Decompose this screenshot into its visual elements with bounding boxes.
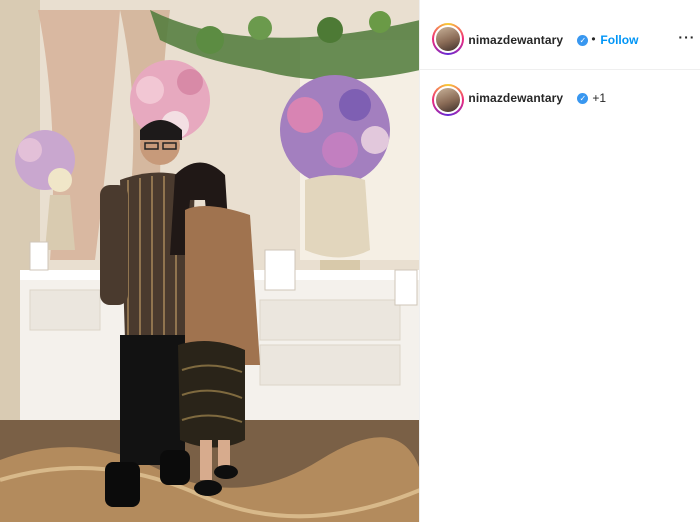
photo-image (0, 0, 420, 522)
header-username[interactable]: nimazdewantary (468, 33, 563, 47)
instagram-post: nimazdewantary ✓ • Follow ··· nimazdewan… (0, 0, 700, 522)
avatar-image (434, 25, 463, 53)
verified-badge-icon: ✓ (577, 35, 589, 46)
caption-avatar[interactable] (432, 84, 465, 116)
tagged-count[interactable]: +1 (592, 91, 606, 105)
post-sidebar: nimazdewantary ✓ • Follow ··· nimazdewan… (419, 0, 700, 522)
profile-avatar[interactable] (432, 23, 465, 55)
post-photo[interactable] (0, 0, 420, 522)
separator-dot: • (591, 32, 596, 46)
follow-button[interactable]: Follow (600, 33, 638, 47)
verified-badge-icon: ✓ (577, 93, 589, 104)
more-options-icon[interactable]: ··· (678, 29, 695, 45)
caption-username[interactable]: nimazdewantary (468, 91, 563, 105)
post-header: nimazdewantary ✓ • Follow ··· (420, 0, 700, 70)
avatar-image (434, 86, 463, 114)
